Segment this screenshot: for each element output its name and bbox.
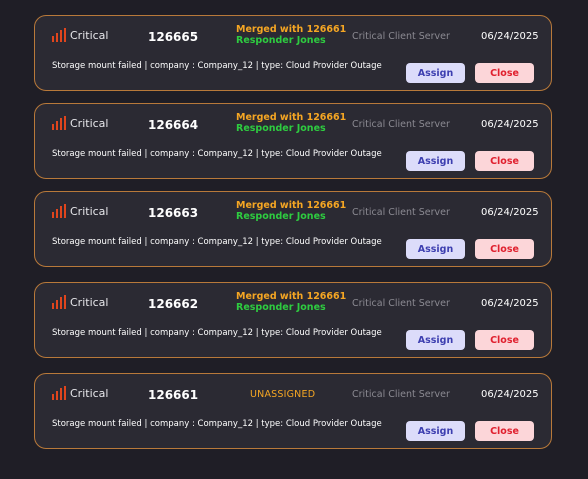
ticket-id: 126663 — [148, 206, 199, 220]
severity-label: Critical — [70, 387, 109, 400]
assign-button[interactable]: Assign — [406, 421, 465, 441]
signal-bars-icon — [52, 28, 66, 42]
signal-bars-icon — [52, 204, 66, 218]
signal-bars-icon — [52, 116, 66, 130]
assign-button[interactable]: Assign — [406, 151, 465, 171]
server-name: Critical Client Server — [352, 298, 450, 309]
ticket-date: 06/24/2025 — [481, 389, 539, 400]
severity-label: Critical — [70, 117, 109, 130]
server-name: Critical Client Server — [352, 119, 450, 130]
server-name: Critical Client Server — [352, 389, 450, 400]
close-button[interactable]: Close — [475, 421, 534, 441]
signal-bars-icon — [52, 386, 66, 400]
signal-bars-icon — [52, 295, 66, 309]
severity-indicator: Critical — [52, 386, 108, 400]
merge-status: Merged with 126661 Responder Jones — [236, 200, 346, 222]
ticket-description: Storage mount failed | company : Company… — [52, 419, 382, 429]
ticket-description: Storage mount failed | company : Company… — [52, 61, 382, 71]
ticket-description: Storage mount failed | company : Company… — [52, 237, 382, 247]
assign-button[interactable]: Assign — [406, 63, 465, 83]
merge-status: Merged with 126661 Responder Jones — [236, 112, 346, 134]
assign-button[interactable]: Assign — [406, 330, 465, 350]
ticket-date: 06/24/2025 — [481, 207, 539, 218]
ticket-id: 126661 — [148, 388, 199, 402]
responder-name: Responder Jones — [236, 302, 326, 313]
ticket-card[interactable]: Critical 126665 Merged with 126661 Respo… — [34, 15, 552, 91]
merged-with-text: Merged with 126661 — [236, 112, 347, 123]
ticket-card[interactable]: Critical 126662 Merged with 126661 Respo… — [34, 282, 552, 358]
merged-with-text: Merged with 126661 — [236, 24, 347, 35]
assign-button[interactable]: Assign — [406, 239, 465, 259]
responder-name: Responder Jones — [236, 35, 326, 46]
merge-status: Merged with 126661 Responder Jones — [236, 291, 346, 313]
ticket-id: 126662 — [148, 297, 199, 311]
close-button[interactable]: Close — [475, 330, 534, 350]
assignment-status: UNASSIGNED — [250, 389, 316, 400]
severity-indicator: Critical — [52, 116, 108, 130]
severity-indicator: Critical — [52, 28, 108, 42]
severity-indicator: Critical — [52, 204, 108, 218]
responder-name: Responder Jones — [236, 123, 326, 134]
merged-with-text: Merged with 126661 — [236, 291, 347, 302]
ticket-description: Storage mount failed | company : Company… — [52, 149, 382, 159]
severity-label: Critical — [70, 296, 109, 309]
server-name: Critical Client Server — [352, 207, 450, 218]
ticket-date: 06/24/2025 — [481, 119, 539, 130]
ticket-list: Critical 126665 Merged with 126661 Respo… — [0, 0, 588, 479]
close-button[interactable]: Close — [475, 63, 534, 83]
ticket-description: Storage mount failed | company : Company… — [52, 328, 382, 338]
ticket-date: 06/24/2025 — [481, 298, 539, 309]
ticket-card[interactable]: Critical 126664 Merged with 126661 Respo… — [34, 103, 552, 179]
server-name: Critical Client Server — [352, 31, 450, 42]
merged-with-text: Merged with 126661 — [236, 200, 347, 211]
merge-status: Merged with 126661 Responder Jones — [236, 24, 346, 46]
ticket-card[interactable]: Critical 126663 Merged with 126661 Respo… — [34, 191, 552, 267]
severity-indicator: Critical — [52, 295, 108, 309]
responder-name: Responder Jones — [236, 211, 326, 222]
severity-label: Critical — [70, 29, 109, 42]
close-button[interactable]: Close — [475, 151, 534, 171]
ticket-id: 126665 — [148, 30, 199, 44]
ticket-card[interactable]: Critical 126661 UNASSIGNED Critical Clie… — [34, 373, 552, 449]
ticket-id: 126664 — [148, 118, 199, 132]
ticket-date: 06/24/2025 — [481, 31, 539, 42]
severity-label: Critical — [70, 205, 109, 218]
close-button[interactable]: Close — [475, 239, 534, 259]
